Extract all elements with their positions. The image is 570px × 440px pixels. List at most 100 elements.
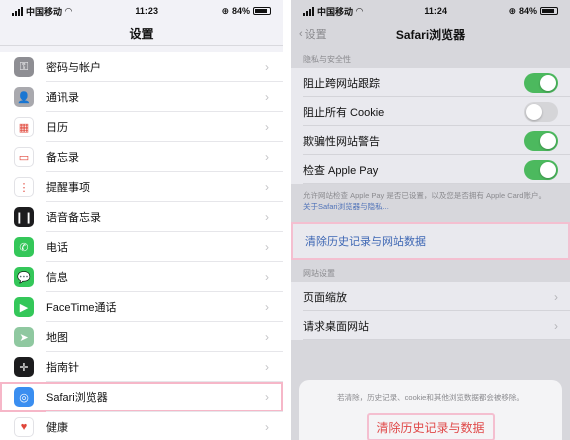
contacts-icon: 👤 [14,87,34,107]
settings-row-label: 地图 [46,332,68,344]
settings-screen: 中国移动 ◠ 11:23 ⊕ 84% 设置 ⚿ 密码与帐户 › 👤 通讯录 › ▦ 日历 › ▭ 备… [0,0,283,440]
rotation-lock-icon: ⊕ [508,5,516,16]
toggle-label: 阻止跨网站跟踪 [303,77,380,90]
clear-history-row[interactable]: 清除历史记录与网站数据 [291,222,570,260]
facetime-icon: ▶ [14,297,34,317]
messages-icon: 💬 [14,267,34,287]
settings-row[interactable]: ⚿ 密码与帐户 › [0,52,283,82]
chevron-right-icon: › [265,330,269,344]
nav-bar: 设置 [0,22,283,46]
settings-row-label: FaceTime通话 [46,302,117,314]
battery-percent: 84% [518,6,537,16]
carrier-signal: 中国移动 ◠ [303,5,363,18]
settings-row-label: Safari浏览器 [46,392,108,404]
settings-row[interactable]: ❙❙ 语音备忘录 › [0,202,283,232]
settings-row[interactable]: ✆ 电话 › [0,232,283,262]
toggle-switch[interactable] [524,130,558,151]
notes-icon: ▭ [14,147,34,167]
toggle-knob [540,161,556,178]
settings-row[interactable]: ◎ Safari浏览器 › [0,382,283,412]
battery-group: ⊕ 84% [221,6,271,17]
compass-icon: ✛ [14,357,34,377]
wifi-icon: ◠ [65,5,72,16]
key-icon: ⚿ [14,57,34,77]
toggle-switch[interactable] [524,101,558,122]
chevron-right-icon: › [265,390,269,404]
chevron-right-icon: › [265,270,269,284]
settings-row-label: 日历 [46,122,68,134]
chevron-right-icon: › [265,150,269,164]
privacy-group: 阻止跨网站跟踪阻止所有 Cookie 欺骗性网站警告检查 Apple Pay [291,68,570,184]
carrier-label: 中国移动 [317,6,354,17]
battery-icon [540,7,558,15]
request-desktop-label: 请求桌面网站 [303,320,369,333]
page-title: 设置 [129,27,154,41]
chevron-right-icon: › [554,318,558,333]
settings-row[interactable]: ▶ FaceTime通话 › [0,292,283,322]
page-zoom-row[interactable]: 页面缩放 › [291,282,570,311]
safari-icon: ◎ [14,387,34,407]
health-icon: ♥ [14,417,34,437]
website-settings-group: 页面缩放 › 请求桌面网站 › [291,282,570,340]
rotation-lock-icon: ⊕ [221,5,229,16]
back-label: 设置 [304,29,327,41]
battery-group: ⊕ 84% [508,6,558,17]
settings-row-label: 备忘录 [46,152,79,164]
chevron-right-icon: › [265,300,269,314]
carrier-signal: 中国移动 ◠ [12,5,72,18]
status-time: 11:24 [424,6,447,16]
settings-row[interactable]: ⋮ 提醒事项 › [0,172,283,202]
battery-icon [253,7,271,15]
toggle-row: 欺骗性网站警告 [291,126,570,155]
status-bar: 中国移动 ◠ 11:23 ⊕ 84% [0,0,283,22]
toggle-row: 阻止跨网站跟踪 [291,68,570,97]
wifi-icon: ◠ [356,5,363,16]
settings-list: ⚿ 密码与帐户 › 👤 通讯录 › ▦ 日历 › ▭ 备忘录 › ⋮ 提醒事项 › ❙❙ 语音备忘录 › ✆ 电话 › 💬… [0,52,283,440]
status-time: 11:23 [135,6,158,16]
settings-row-label: 密码与帐户 [46,62,101,74]
chevron-right-icon: › [554,289,558,304]
page-zoom-label: 页面缩放 [303,291,347,304]
settings-row[interactable]: ▭ 备忘录 › [0,142,283,172]
sheet-message: 若清除，历史记录、cookie和其他浏览数据都会被移除。 [337,393,524,402]
calendar-icon: ▦ [14,117,34,137]
footnote-text: 允许网站检查 Apple Pay 是否已设置，以及您是否拥有 Apple Car… [303,191,546,200]
chevron-right-icon: › [265,240,269,254]
settings-row[interactable]: ▦ 日历 › [0,112,283,142]
toggle-row: 阻止所有 Cookie [291,97,570,126]
back-button[interactable]: ‹ 设置 [299,26,327,42]
safari-settings-screen: 中国移动 ◠ 11:24 ⊕ 84% ‹ 设置 Safari浏览器 隐私与安全性… [291,0,570,440]
voice-memos-icon: ❙❙ [14,207,34,227]
phone-icon: ✆ [14,237,34,257]
settings-row[interactable]: ➤ 地图 › [0,322,283,352]
privacy-link[interactable]: 关于Safari浏览器与隐私... [303,202,389,211]
chevron-right-icon: › [265,420,269,434]
toggle-label: 欺骗性网站警告 [303,135,380,148]
request-desktop-row[interactable]: 请求桌面网站 › [291,311,570,340]
chevron-right-icon: › [265,180,269,194]
chevron-right-icon: › [265,210,269,224]
settings-row[interactable]: 👤 通讯录 › [0,82,283,112]
settings-row-label: 语音备忘录 [46,212,101,224]
page-title: Safari浏览器 [395,27,466,42]
settings-row[interactable]: ♥ 健康 › [0,412,283,440]
settings-row-label: 信息 [46,272,68,284]
website-section-header: 网站设置 [303,269,335,278]
toggle-knob [540,132,556,149]
settings-row-label: 电话 [46,242,68,254]
toggle-switch[interactable] [524,159,558,180]
signal-icon [303,6,314,16]
clear-history-label: 清除历史记录与网站数据 [305,236,426,248]
confirm-clear-button[interactable]: 清除历史记录与数据 [366,413,495,440]
toggle-switch[interactable] [524,72,558,93]
nav-bar: ‹ 设置 Safari浏览器 [291,22,570,46]
reminders-icon: ⋮ [14,177,34,197]
settings-row-label: 健康 [46,422,68,434]
settings-row-label: 通讯录 [46,92,79,104]
status-bar: 中国移动 ◠ 11:24 ⊕ 84% [291,0,570,22]
settings-row[interactable]: 💬 信息 › [0,262,283,292]
settings-row[interactable]: ✛ 指南针 › [0,352,283,382]
chevron-left-icon: ‹ [299,28,303,40]
carrier-label: 中国移动 [26,6,63,17]
toggle-row: 检查 Apple Pay [291,155,570,184]
